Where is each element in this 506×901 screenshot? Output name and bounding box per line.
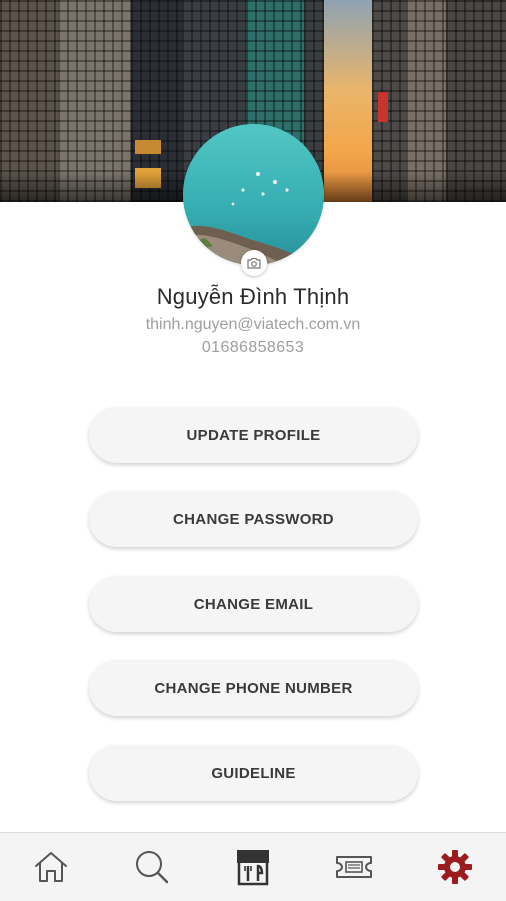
update-profile-button[interactable]: UPDATE PROFILE [89,407,418,463]
nav-home[interactable] [0,833,101,901]
user-name: Nguyễn Đình Thịnh [156,284,350,309]
nav-tickets[interactable] [303,833,404,901]
change-password-button[interactable]: CHANGE PASSWORD [89,491,418,547]
guideline-button[interactable]: GUIDELINE [89,745,418,801]
nav-search[interactable] [101,833,202,901]
store-icon [236,850,269,886]
home-icon [34,852,67,882]
camera-icon [247,257,261,269]
avatar[interactable] [183,124,324,265]
user-phone: 01686858653 [201,339,305,356]
avatar-photo [183,124,324,265]
gear-icon [437,850,472,884]
user-email: thinh.nguyen@viatech.com.vn [145,316,361,333]
bottom-navigation [0,832,506,901]
change-email-button[interactable]: CHANGE EMAIL [89,576,418,632]
ticket-icon [335,856,372,878]
nav-store[interactable] [202,833,303,901]
search-icon [135,851,168,884]
nav-settings[interactable] [404,833,505,901]
change-avatar-button[interactable] [241,250,267,276]
change-phone-number-button[interactable]: CHANGE PHONE NUMBER [89,660,418,716]
